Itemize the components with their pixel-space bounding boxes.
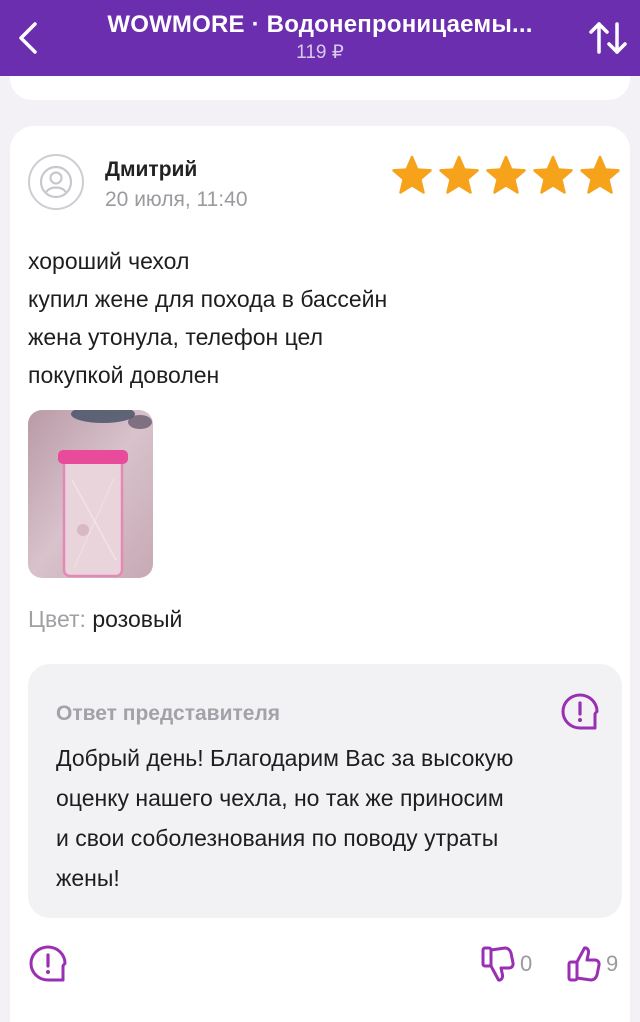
user-icon [39, 165, 73, 199]
dislike-button[interactable]: 0 [480, 944, 532, 984]
reply-title: Ответ представителя [56, 702, 281, 725]
reply-text: Добрый день! Благодарим Вас за высокую о… [56, 738, 606, 898]
color-value: розовый [92, 606, 183, 632]
rating-stars [390, 154, 622, 198]
reply-text-line: и свои соболезнования по поводу утраты [56, 825, 499, 851]
thumbs-up-icon [567, 946, 601, 982]
top-bar: WOWMORE · Водонепроницаемы... 119 ₽ [0, 0, 640, 76]
reply-text-line: жены! [56, 865, 120, 891]
star-icon [392, 155, 432, 194]
review-photo[interactable] [28, 410, 153, 578]
dislike-count: 0 [520, 951, 533, 976]
review-date: 20 июля, 11:40 [105, 188, 248, 211]
review-text-line: жена утонула, телефон цел [28, 324, 324, 350]
review-text: хороший чехол купил жене для похода в ба… [28, 242, 618, 394]
color-label: Цвет: [28, 606, 86, 632]
phone-case-photo [28, 410, 153, 578]
reply-text-line: оценку нашего чехла, но так же приносим [56, 785, 504, 811]
review-card: Дмитрий 20 июля, 11:40 хороший чехол куп… [10, 126, 630, 1022]
review-text-line: хороший чехол [28, 248, 190, 274]
thumbs-down-icon [481, 946, 515, 982]
back-button[interactable] [8, 14, 48, 62]
star-icon [580, 155, 620, 194]
star-icon [439, 155, 479, 194]
like-button[interactable]: 9 [566, 944, 618, 984]
header-title-block: WOWMORE · Водонепроницаемы... 119 ₽ [70, 10, 570, 66]
star-icon [533, 155, 573, 194]
chevron-left-icon [19, 22, 37, 54]
review-text-line: покупкой доволен [28, 362, 220, 388]
color-line: Цвет: розовый [28, 606, 182, 633]
avatar [28, 154, 84, 210]
review-author: Дмитрий [105, 158, 198, 181]
reply-text-line: Добрый день! Благодарим Вас за высокую [56, 745, 514, 771]
sort-button[interactable] [586, 14, 630, 62]
report-icon[interactable] [560, 692, 600, 732]
star-icon [486, 155, 526, 194]
seller-reply: Ответ представителя Добрый день! Благода… [28, 664, 622, 918]
product-price: 119 ₽ [296, 42, 344, 63]
like-count: 9 [606, 951, 619, 976]
review-text-line: купил жене для похода в бассейн [28, 286, 388, 312]
previous-review-card [10, 76, 630, 100]
report-review-icon[interactable] [28, 944, 68, 984]
sort-arrows-icon [589, 22, 627, 54]
page-title: WOWMORE · Водонепроницаемы... [107, 11, 533, 38]
